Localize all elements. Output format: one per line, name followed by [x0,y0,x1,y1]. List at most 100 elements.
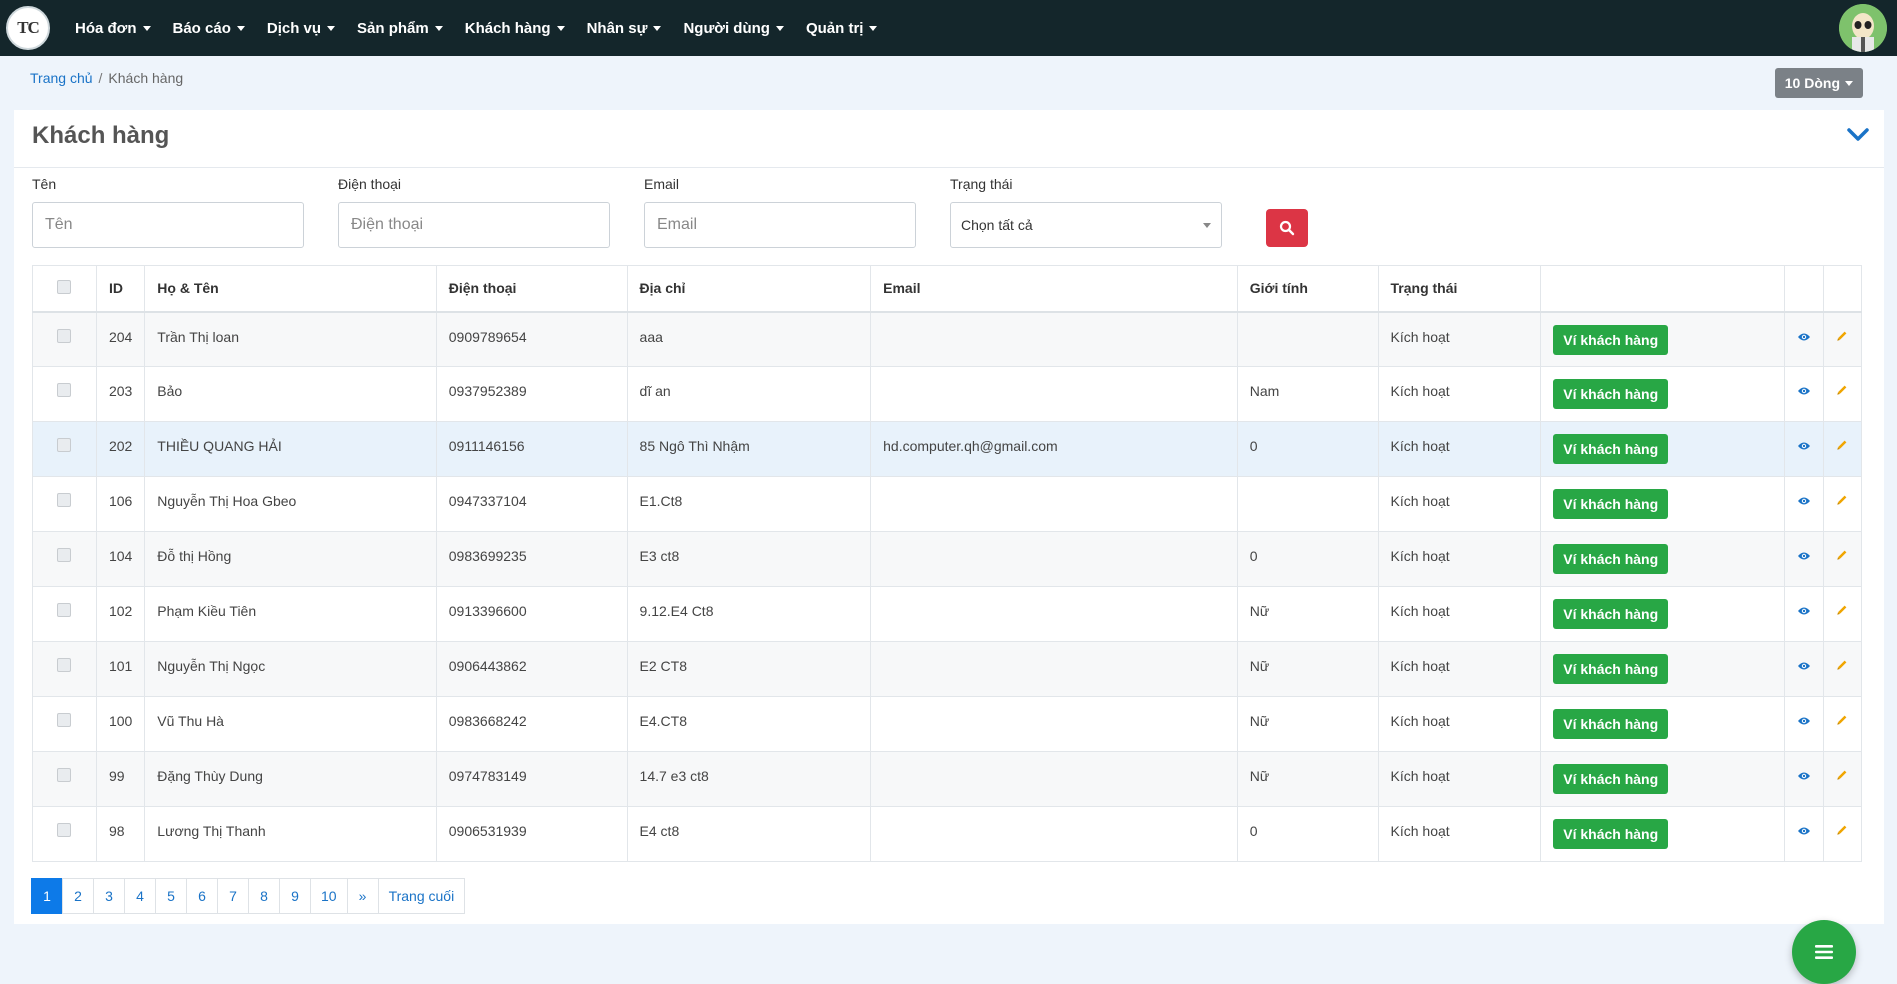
table-row[interactable]: 204 Trần Thị loan 0909789654 aaa Kích hoạt Ví… [32,311,1863,367]
table-row[interactable]: 104 Đỗ thị Hồng 0983699235 E3 ct8 0 Kích hoạt… [32,531,1863,587]
nav-menu-item[interactable]: Người dùng [683,20,784,37]
customer-wallet-button[interactable]: Ví khách hàng [1553,654,1669,684]
edit-button[interactable] [1836,603,1848,619]
view-button[interactable] [1797,768,1811,784]
edit-button[interactable] [1836,329,1848,345]
row-checkbox[interactable] [57,823,72,837]
customer-wallet-button[interactable]: Ví khách hàng [1553,599,1669,629]
row-checkbox[interactable] [57,328,72,343]
cell-id: 98 [95,806,146,862]
page-link[interactable]: 7 [217,878,249,914]
table-row[interactable]: 101 Nguyễn Thị Ngọc 0906443862 E2 CT8 Nữ Kích… [32,641,1863,697]
customer-wallet-button[interactable]: Ví khách hàng [1553,764,1669,794]
edit-button[interactable] [1836,713,1848,729]
table-row[interactable]: 100 Vũ Thu Hà 0983668242 E4.CT8 Nữ Kích hoạt V… [32,696,1863,752]
breadcrumb-home-link[interactable]: Trang chủ [30,70,93,86]
view-button[interactable] [1797,658,1811,674]
row-checkbox[interactable] [57,438,72,452]
customer-wallet-button[interactable]: Ví khách hàng [1553,379,1669,409]
view-button[interactable] [1797,548,1811,564]
nav-menu-item[interactable]: Báo cáo [173,20,245,37]
row-checkbox[interactable] [57,713,72,727]
edit-button[interactable] [1836,548,1848,564]
status-filter-select[interactable]: Chọn tất cả [950,202,1222,248]
customer-wallet-button[interactable]: Ví khách hàng [1553,544,1669,574]
chevron-down-icon [434,25,443,31]
last-page-link[interactable]: Trang cuối [377,878,466,914]
email-filter-input[interactable] [644,202,916,248]
column-header-name[interactable]: Họ & Tên [144,265,437,313]
phone-filter-group: Điện thoại [338,176,610,248]
view-button[interactable] [1797,713,1811,729]
edit-button[interactable] [1836,493,1848,509]
customer-wallet-button[interactable]: Ví khách hàng [1553,489,1669,519]
page-link[interactable]: 10 [310,878,348,914]
table-row[interactable]: 102 Phạm Kiều Tiên 0913396600 9.12.E4 Ct8 Nữ… [32,586,1863,642]
rows-per-page-dropdown[interactable]: 10 Dòng [1774,68,1863,98]
view-button[interactable] [1797,383,1811,399]
search-button[interactable] [1266,209,1308,247]
name-filter-input[interactable] [32,202,304,248]
page-link[interactable]: 9 [279,878,311,914]
row-checkbox[interactable] [57,493,72,507]
nav-menu-item[interactable]: Quản trị [806,20,878,37]
column-header-status[interactable]: Trạng thái [1377,265,1542,313]
table-row[interactable]: 106 Nguyễn Thị Hoa Gbeo 0947337104 E1.Ct8 Kí… [32,476,1863,532]
table-row[interactable]: 203 Bảo 0937952389 dĩ an Nam Kích hoạt Ví khác… [32,366,1863,422]
column-header-id[interactable]: ID [95,265,146,313]
row-checkbox[interactable] [57,768,72,782]
column-header-gender[interactable]: Giới tính [1236,265,1379,313]
row-checkbox[interactable] [57,383,72,397]
cell-view [1784,366,1824,422]
view-button[interactable] [1797,329,1811,345]
row-checkbox[interactable] [57,658,72,672]
next-page-link[interactable]: » [346,878,379,914]
customer-wallet-button[interactable]: Ví khách hàng [1553,819,1669,849]
row-checkbox[interactable] [57,603,72,617]
table-row[interactable]: 98 Lương Thị Thanh 0906531939 E4 ct8 0 Kích h… [32,806,1863,862]
customer-wallet-button[interactable]: Ví khách hàng [1553,709,1669,739]
customer-wallet-button[interactable]: Ví khách hàng [1553,434,1669,464]
nav-menu-item[interactable]: Hóa đơn [75,20,151,37]
customer-wallet-button[interactable]: Ví khách hàng [1553,324,1669,355]
page-link[interactable]: 6 [186,878,218,914]
nav-menu-item[interactable]: Nhân sự [587,20,662,37]
edit-button[interactable] [1836,658,1848,674]
edit-button[interactable] [1836,438,1848,454]
nav-menu-item[interactable]: Khách hàng [465,20,565,37]
edit-button[interactable] [1836,823,1848,839]
cell-id: 203 [95,366,146,422]
table-row[interactable]: 99 Đặng Thùy Dung 0974783149 14.7 e3 ct8 Nữ K… [32,751,1863,807]
user-avatar[interactable] [1839,4,1887,52]
cell-gender: 0 [1236,806,1379,862]
floating-menu-button[interactable] [1792,920,1856,984]
chevron-down-icon [1847,128,1869,141]
column-header-email[interactable]: Email [870,265,1238,313]
page-link[interactable]: 8 [248,878,280,914]
column-header-address[interactable]: Địa chỉ [626,265,872,313]
view-button[interactable] [1797,438,1811,454]
table-row[interactable]: 202 THIỀU QUANG HẢI 0911146156 85 Ngô Thì N… [32,421,1863,477]
phone-filter-input[interactable] [338,202,610,248]
page-link[interactable]: 4 [124,878,156,914]
view-button[interactable] [1797,493,1811,509]
cell-view [1784,476,1824,532]
nav-menu-item[interactable]: Dịch vụ [267,20,336,37]
page-link[interactable]: 2 [62,878,94,914]
row-checkbox[interactable] [57,548,72,562]
company-logo[interactable]: TC [6,6,50,50]
nav-menu-item[interactable]: Sản phẩm [357,20,443,37]
collapse-toggle-button[interactable] [1846,126,1870,147]
cell-phone: 0911146156 [435,421,628,477]
view-button[interactable] [1797,823,1811,839]
page-link[interactable]: 5 [155,878,187,914]
view-button[interactable] [1797,603,1811,619]
page-link[interactable]: 3 [93,878,125,914]
column-header-phone[interactable]: Điện thoại [435,265,628,313]
select-all-header [32,265,97,313]
edit-button[interactable] [1836,383,1848,399]
select-all-checkbox[interactable] [57,279,72,294]
cell-address: aaa [626,311,872,367]
page-link[interactable]: 1 [31,878,63,914]
edit-button[interactable] [1836,768,1848,784]
